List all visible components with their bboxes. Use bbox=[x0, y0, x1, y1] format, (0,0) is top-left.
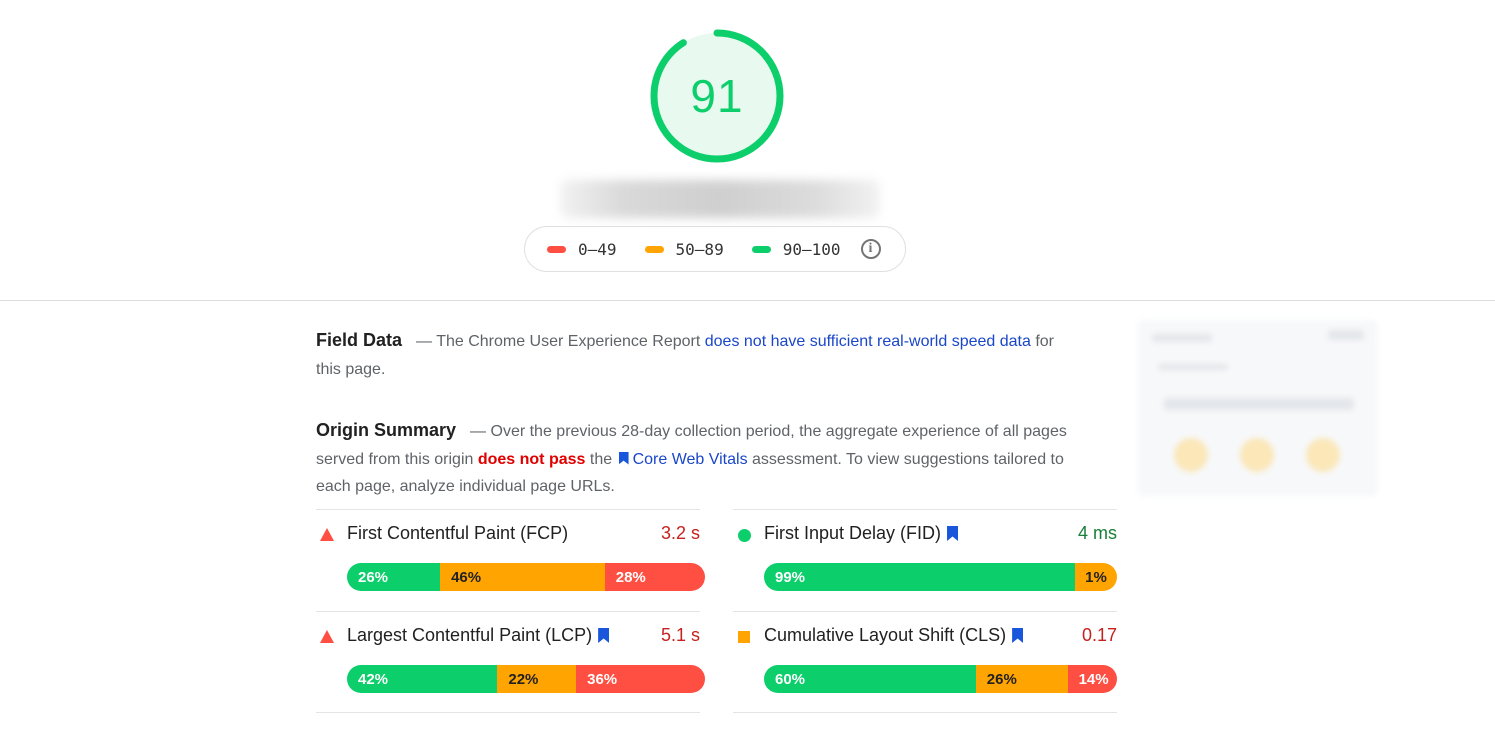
triangle-icon bbox=[320, 528, 334, 541]
metric-fid-value: 4 ms bbox=[1077, 523, 1117, 543]
page-url-redacted bbox=[560, 180, 880, 218]
triangle-icon bbox=[320, 630, 334, 643]
field-data-section: Field Data — The Chrome User Experience R… bbox=[316, 327, 1076, 383]
metric-fid-label: First Input Delay (FID) bbox=[764, 523, 942, 543]
field-data-text-before: — The Chrome User Experience Report bbox=[416, 333, 705, 350]
legend-item-average: 50–89 bbox=[644, 239, 724, 259]
distribution-poor: 28% bbox=[604, 563, 705, 591]
distribution-average: 46% bbox=[440, 563, 605, 591]
legend-label-average: 50–89 bbox=[675, 239, 724, 259]
distribution-poor: 36% bbox=[576, 665, 705, 693]
metric-divider bbox=[733, 712, 1117, 713]
distribution-good: 42% bbox=[347, 665, 498, 693]
metric-lcp: Largest Contentful Paint (LCP) 5.1 s 42%… bbox=[316, 611, 705, 713]
metric-lcp-label: Largest Contentful Paint (LCP) bbox=[347, 625, 593, 645]
metric-cls-label: Cumulative Layout Shift (CLS) bbox=[764, 625, 1007, 645]
metric-cls-value: 0.17 bbox=[1081, 625, 1117, 645]
origin-summary-section: Origin Summary — Over the previous 28-day… bbox=[316, 417, 1076, 501]
metric-divider bbox=[316, 712, 700, 713]
metric-name: First Contentful Paint (FCP) bbox=[347, 523, 568, 544]
distribution-average: 22% bbox=[497, 665, 577, 693]
metric-fcp-label: First Contentful Paint (FCP) bbox=[347, 523, 569, 543]
metric-divider bbox=[316, 509, 700, 510]
distribution-average: 26% bbox=[975, 665, 1068, 693]
bookmark-icon[interactable] bbox=[1012, 628, 1024, 643]
metric-divider bbox=[733, 509, 1117, 510]
field-data-title: Field Data bbox=[316, 330, 403, 350]
distribution-good: 26% bbox=[347, 563, 441, 591]
legend-swatch-poor bbox=[547, 245, 566, 253]
metric-fcp-value: 3.2 s bbox=[660, 523, 700, 543]
info-icon[interactable]: i bbox=[860, 239, 881, 259]
metric-name: First Input Delay (FID) bbox=[764, 523, 962, 544]
metric-divider bbox=[733, 611, 1117, 612]
distribution-average: 1% bbox=[1075, 563, 1117, 591]
metric-name: Cumulative Layout Shift (CLS) bbox=[764, 625, 1027, 646]
legend-item-poor: 0–49 bbox=[547, 240, 617, 259]
section-divider bbox=[0, 300, 1495, 301]
legend-swatch-average bbox=[644, 245, 664, 253]
metric-lcp-value: 5.1 s bbox=[660, 625, 700, 645]
core-web-vitals-link-label: Core Web Vitals bbox=[632, 450, 748, 468]
field-data-link[interactable]: does not have sufficient real-world spee… bbox=[705, 333, 1031, 350]
legend-label-good: 90–100 bbox=[782, 239, 841, 259]
circle-icon bbox=[738, 529, 751, 542]
metric-name: Largest Contentful Paint (LCP) bbox=[347, 625, 613, 646]
origin-summary-text-mid: the bbox=[585, 450, 617, 468]
bookmark-icon[interactable] bbox=[947, 526, 959, 541]
score-value: 91 bbox=[690, 70, 744, 122]
score-legend: 0–49 50–89 90–100 i bbox=[524, 226, 906, 272]
metric-divider bbox=[316, 611, 700, 612]
legend-item-good: 90–100 bbox=[751, 239, 841, 259]
legend-label-poor: 0–49 bbox=[578, 239, 617, 259]
core-web-vitals-link[interactable]: Core Web Vitals bbox=[617, 451, 748, 468]
page-screenshot-thumbnail bbox=[1138, 320, 1378, 496]
metric-cls: Cumulative Layout Shift (CLS) 0.17 60% 2… bbox=[733, 611, 1117, 713]
metric-fcp: First Contentful Paint (FCP) 3.2 s 26% 4… bbox=[316, 509, 705, 611]
origin-summary-title: Origin Summary bbox=[316, 420, 457, 440]
distribution-bar-fcp: 26% 46% 28% bbox=[347, 563, 705, 591]
distribution-bar-lcp: 42% 22% 36% bbox=[347, 665, 705, 693]
bookmark-icon bbox=[618, 451, 629, 465]
square-icon bbox=[738, 631, 750, 643]
performance-score-gauge: 91 bbox=[647, 26, 787, 166]
distribution-poor: 14% bbox=[1067, 665, 1117, 693]
distribution-good: 60% bbox=[764, 665, 976, 693]
distribution-good: 99% bbox=[764, 563, 1075, 591]
metric-fid: First Input Delay (FID) 4 ms 99% 1% bbox=[733, 509, 1117, 611]
origin-summary-fail-text: does not pass bbox=[477, 450, 586, 468]
distribution-bar-fid: 99% 1% bbox=[764, 563, 1117, 591]
distribution-bar-cls: 60% 26% 14% bbox=[764, 665, 1117, 693]
bookmark-icon[interactable] bbox=[598, 628, 610, 643]
legend-swatch-good bbox=[751, 245, 771, 253]
